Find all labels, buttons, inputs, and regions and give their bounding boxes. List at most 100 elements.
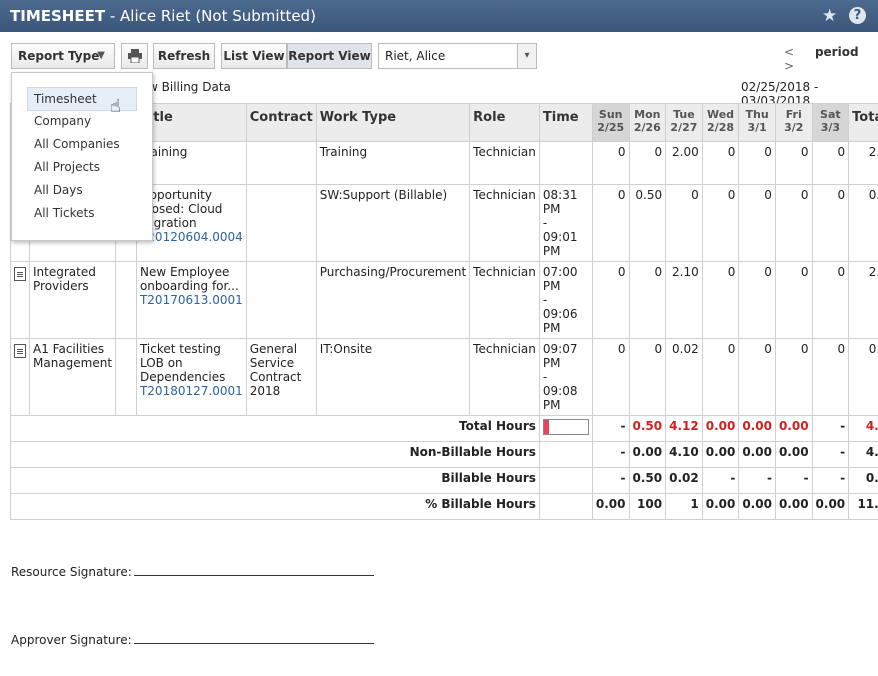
document-icon[interactable] xyxy=(14,267,26,281)
ticket-link[interactable]: T20180127.0001 xyxy=(140,384,243,398)
day-hours-cell[interactable]: 0 xyxy=(628,338,667,416)
document-icon[interactable] xyxy=(14,344,26,358)
day-hours-cell[interactable]: 0 xyxy=(591,184,630,262)
day-hours-cell[interactable]: 0 xyxy=(811,261,850,339)
col-work-type[interactable]: Work Type xyxy=(315,103,471,142)
totals-day-cell: - xyxy=(591,441,630,468)
totals-label: % Billable Hours xyxy=(10,493,540,520)
col-day: Fri 3/2 xyxy=(774,103,813,142)
totals-day-cell: 0.00 xyxy=(738,415,776,442)
totals-day-cell: 0.00 xyxy=(738,493,776,520)
print-button[interactable] xyxy=(121,43,148,69)
day-hours-cell[interactable]: 0 xyxy=(811,184,850,262)
totals-row: Non-Billable Hours -0.00 4.10 0.00 0.00 0.00-… xyxy=(10,441,878,468)
menu-item-all-companies[interactable]: All Companies xyxy=(28,133,126,155)
work-type-cell: Training xyxy=(315,141,471,185)
totals-day-cell: 1 xyxy=(665,493,703,520)
day-hours-cell[interactable]: 0 xyxy=(738,338,776,416)
totals-row: Total Hours-0.504.120.000.000.00-4.62 xyxy=(10,415,878,442)
day-hours-cell[interactable]: 0 xyxy=(701,141,740,185)
title-cell: Ticket testing LOB on Dependencies T20180… xyxy=(135,338,247,416)
col-time[interactable]: Time xyxy=(538,103,593,142)
day-hours-cell[interactable]: 0 xyxy=(591,141,630,185)
day-hours-cell[interactable]: 0 xyxy=(774,261,813,339)
contract-cell xyxy=(245,184,317,262)
ticket-link[interactable]: T20170613.0001 xyxy=(140,293,243,307)
col-day: Sun 2/25 xyxy=(591,103,630,142)
table-row[interactable]: A1 Facilities Management Ticket testing L… xyxy=(10,338,878,416)
report-type-button[interactable]: Report Type ▼ xyxy=(11,43,115,69)
totals-day-cell: 4.10 xyxy=(665,441,703,468)
day-hours-cell[interactable]: 0 xyxy=(628,261,667,339)
day-hours-cell[interactable]: 0 xyxy=(774,184,813,262)
totals-bar-cell xyxy=(538,493,593,520)
day-hours-cell[interactable]: 0 xyxy=(774,338,813,416)
totals-sum-cell: 4.62 xyxy=(848,415,878,442)
refresh-button[interactable]: Refresh xyxy=(153,43,215,69)
time-cell: 07:00 PM -09:06 PM xyxy=(538,261,593,339)
day-hours-cell[interactable]: 0 xyxy=(701,184,740,262)
resource-select[interactable]: Riet, Alice ▾ xyxy=(378,43,537,69)
help-icon[interactable]: ? xyxy=(849,7,866,24)
table-row[interactable]: Integrated Providers New Employee onboard… xyxy=(10,261,878,339)
menu-item-all-projects[interactable]: All Projects xyxy=(28,156,106,178)
day-hours-cell[interactable]: 0 xyxy=(738,141,776,185)
col-day: Tue 2/27 xyxy=(665,103,703,142)
day-hours-cell[interactable]: 0 xyxy=(701,338,740,416)
col-contract[interactable]: Contract xyxy=(245,103,317,142)
col-totals[interactable]: Totals xyxy=(848,103,878,142)
account-cell: A1 Facilities Management xyxy=(28,338,117,416)
list-view-button[interactable]: List View xyxy=(221,43,287,69)
totals-day-cell: 0.00 xyxy=(738,441,776,468)
start-time: 08:31 PM xyxy=(542,188,578,216)
day-hours-cell[interactable]: 0 xyxy=(811,141,850,185)
day-hours-cell[interactable]: 0 xyxy=(665,184,703,262)
totals-day-cell: 0.00 xyxy=(774,441,813,468)
chevron-down-icon[interactable]: ▾ xyxy=(517,44,536,68)
totals-day-cell: 4.12 xyxy=(665,415,703,442)
day-hours-cell[interactable]: 2.00 xyxy=(665,141,703,185)
totals-day-cell: 100 xyxy=(628,493,667,520)
account-cell: Integrated Providers xyxy=(28,261,117,339)
next-period-button[interactable]: > xyxy=(784,59,794,73)
day-hours-cell[interactable]: 0 xyxy=(811,338,850,416)
billing-data-label[interactable]: w Billing Data xyxy=(148,80,231,94)
menu-item-all-days[interactable]: All Days xyxy=(28,179,89,201)
totals-day-cell: - xyxy=(738,467,776,494)
role-cell: Technician xyxy=(469,184,540,262)
totals-label: Billable Hours xyxy=(10,467,540,494)
role-cell: Technician xyxy=(469,338,540,416)
work-type-cell: SW:Support (Billable) xyxy=(315,184,471,262)
totals-bar-cell xyxy=(538,441,593,468)
title-cell: New Employee onboarding for... T20170613.… xyxy=(135,261,247,339)
day-hours-cell[interactable]: 0 xyxy=(738,261,776,339)
totals-day-cell: - xyxy=(811,441,850,468)
day-hours-cell[interactable]: 0 xyxy=(701,261,740,339)
day-hours-cell[interactable]: 2.10 xyxy=(665,261,703,339)
col-role[interactable]: Role xyxy=(469,103,540,142)
day-hours-cell[interactable]: 0 xyxy=(738,184,776,262)
totals-day-cell: 0.00 xyxy=(701,493,740,520)
day-hours-cell[interactable]: 0 xyxy=(591,261,630,339)
title-text: New Employee onboarding for... xyxy=(139,265,239,293)
contract-cell xyxy=(245,141,317,185)
page-title: TIMESHEET - Alice Riet (Not Submitted) xyxy=(10,7,316,25)
prev-period-button[interactable]: < xyxy=(784,45,794,59)
period-nav: < period > xyxy=(784,45,878,73)
menu-item-company[interactable]: Company xyxy=(28,110,97,132)
day-hours-cell[interactable]: 0 xyxy=(628,141,667,185)
ticket-link[interactable]: T20120604.0004 xyxy=(140,230,243,244)
day-hours-cell[interactable]: 0 xyxy=(774,141,813,185)
work-type-cell: IT:Onsite xyxy=(315,338,471,416)
totals-day-cell: - xyxy=(774,467,813,494)
row-total-cell: 0.50 xyxy=(848,184,878,262)
totals-day-cell: 0.02 xyxy=(665,467,703,494)
day-hours-cell[interactable]: 0 xyxy=(591,338,630,416)
day-hours-cell[interactable]: 0.02 xyxy=(665,338,703,416)
report-view-button[interactable]: Report View xyxy=(287,43,372,69)
day-hours-cell[interactable]: 0.50 xyxy=(628,184,667,262)
star-icon[interactable]: ★ xyxy=(822,6,837,26)
row-total-cell: 2.10 xyxy=(848,261,878,339)
time-cell: 08:31 PM -09:01 PM xyxy=(538,184,593,262)
menu-item-all-tickets[interactable]: All Tickets xyxy=(28,202,100,224)
